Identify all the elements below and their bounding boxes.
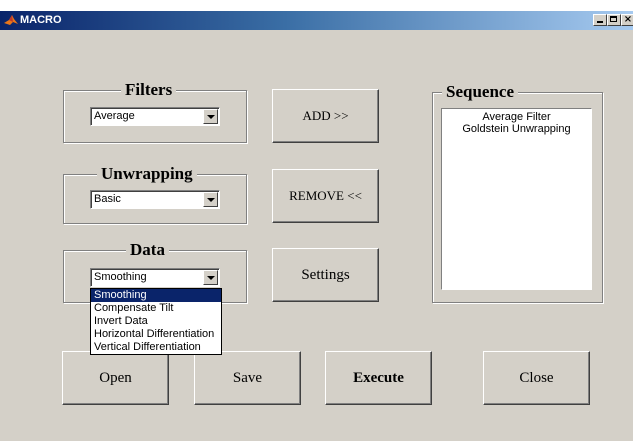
sequence-list[interactable]: Average Filter Goldstein Unwrapping [441,108,592,290]
filters-select[interactable]: Average [90,107,220,126]
maximize-icon [610,16,617,22]
execute-button[interactable]: Execute [325,351,432,405]
macro-window: MACRO × Filters Average Unwrapping Basic… [0,11,633,441]
dropdown-option-vertical-differentiation[interactable]: Vertical Differentiation [91,341,221,354]
dropdown-option-smoothing[interactable]: Smoothing [91,289,221,302]
maximize-button[interactable] [607,14,621,26]
open-button[interactable]: Open [62,351,169,405]
list-item[interactable]: Goldstein Unwrapping [442,123,591,135]
data-select[interactable]: Smoothing [90,268,220,287]
dropdown-option-compensate-tilt[interactable]: Compensate Tilt [91,302,221,315]
data-select-value: Smoothing [94,271,147,283]
close-icon: × [623,14,633,25]
minimize-button[interactable] [593,14,607,26]
dropdown-option-invert-data[interactable]: Invert Data [91,315,221,328]
unwrapping-group-title: Unwrapping [97,164,197,184]
chevron-down-icon[interactable] [203,109,218,124]
unwrapping-select[interactable]: Basic [90,190,220,209]
window-title: MACRO [20,14,62,26]
remove-button[interactable]: REMOVE << [272,169,379,223]
save-button[interactable]: Save [194,351,301,405]
dropdown-option-horizontal-differentiation[interactable]: Horizontal Differentiation [91,328,221,341]
matlab-icon [4,15,18,25]
data-dropdown-list: Smoothing Compensate Tilt Invert Data Ho… [90,288,222,355]
chevron-down-icon[interactable] [203,270,218,285]
filters-group-title: Filters [121,80,177,100]
data-group-title: Data [126,240,169,260]
unwrapping-select-value: Basic [94,193,121,205]
minimize-icon [597,21,603,23]
sequence-group-title: Sequence [442,82,518,102]
filters-select-value: Average [94,110,135,122]
close-button[interactable]: Close [483,351,590,405]
close-window-button[interactable]: × [621,14,633,26]
settings-button[interactable]: Settings [272,248,379,302]
add-button[interactable]: ADD >> [272,89,379,143]
list-item[interactable]: Average Filter [442,111,591,123]
title-bar[interactable]: MACRO × [0,11,633,30]
chevron-down-icon[interactable] [203,192,218,207]
